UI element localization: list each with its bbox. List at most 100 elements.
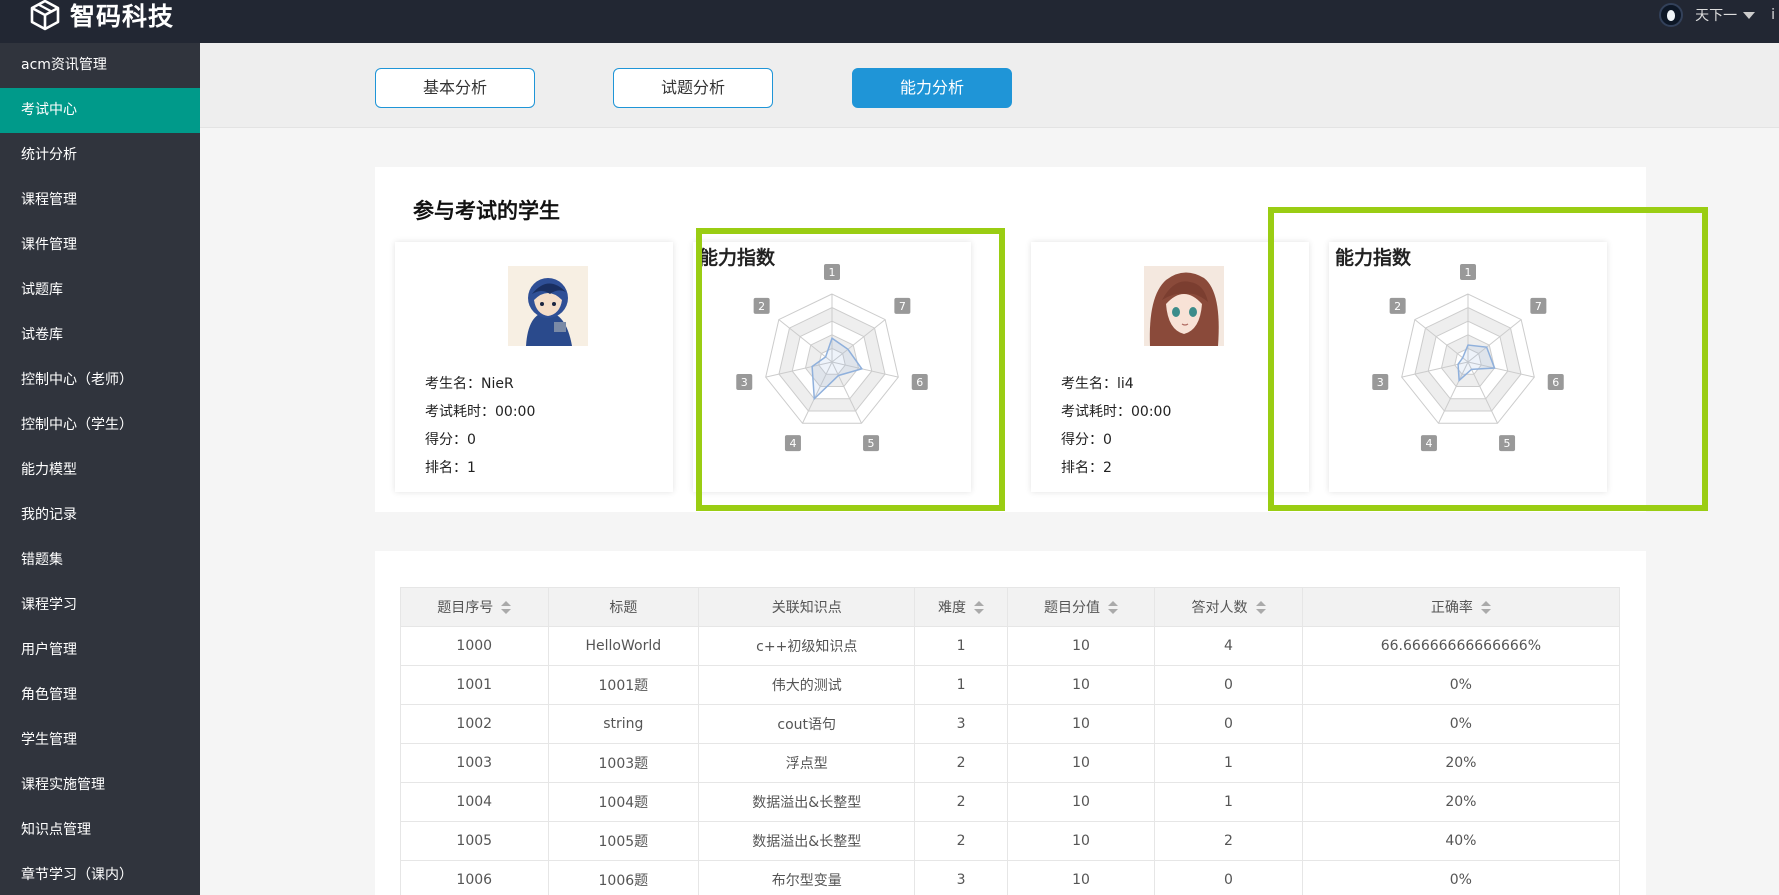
- student-info: 考生名：li4 考试耗时：00:00 得分：0 排名：2: [1061, 370, 1171, 482]
- top-bar: 智码科技 天下一 i: [0, 0, 1779, 43]
- sort-icon[interactable]: [501, 601, 512, 615]
- table-cell: 0%: [1301, 665, 1621, 705]
- table-cell: 1005题: [547, 821, 700, 861]
- column-header[interactable]: 关联知识点: [698, 587, 916, 627]
- table-cell: 1006题: [547, 860, 700, 895]
- cube-logo-icon: [30, 0, 60, 31]
- column-header[interactable]: 正确率: [1301, 587, 1621, 627]
- user-menu[interactable]: 天下一 i: [1659, 0, 1779, 30]
- table-cell: HelloWorld: [547, 626, 700, 666]
- sidebar-item-my-records[interactable]: 我的记录: [0, 493, 200, 538]
- sidebar-item-statistics[interactable]: 统计分析: [0, 133, 200, 178]
- sort-icon[interactable]: [1480, 601, 1491, 615]
- sidebar-item-control-teacher[interactable]: 控制中心（老师）: [0, 358, 200, 403]
- sort-icon[interactable]: [1255, 601, 1266, 615]
- column-header-label: 难度: [938, 600, 967, 616]
- main-content: 基本分析 试题分析 能力分析 参与考试的学生 考生名：NieR 考试耗时：00:…: [200, 43, 1779, 895]
- table-row[interactable]: 1001 1001题 伟大的测试 1 10 0 0%: [400, 665, 1621, 705]
- table-cell: 0: [1154, 665, 1303, 705]
- table-cell: 0%: [1301, 860, 1621, 895]
- student-name: 考生名：NieR: [425, 376, 514, 392]
- student-rank: 排名：2: [1061, 460, 1112, 476]
- table-cell: string: [547, 704, 700, 744]
- table-row[interactable]: 1005 1005题 数据溢出&长整型 2 10 2 40%: [400, 821, 1621, 861]
- chevron-down-icon[interactable]: [1743, 11, 1756, 19]
- table-row[interactable]: 1004 1004题 数据溢出&长整型 2 10 1 20%: [400, 782, 1621, 822]
- table-row[interactable]: 1003 1003题 浮点型 2 10 1 20%: [400, 743, 1621, 783]
- table-row[interactable]: 1000 HelloWorld c++初级知识点 1 10 4 66.66666666666…: [400, 626, 1621, 666]
- table-row[interactable]: 1006 1006题 布尔型变量 3 10 0 0%: [400, 860, 1621, 895]
- sort-icon[interactable]: [1108, 601, 1118, 615]
- column-header[interactable]: 题目序号: [400, 587, 549, 627]
- table-cell: c++初级知识点: [698, 626, 916, 666]
- sidebar-item-wrong-questions[interactable]: 错题集: [0, 538, 200, 583]
- table-cell: 数据溢出&长整型: [698, 821, 916, 861]
- table-cell: 1001: [400, 665, 549, 705]
- table-cell: 1: [914, 626, 1008, 666]
- user-menu-trail[interactable]: i: [1771, 7, 1775, 23]
- sort-icon[interactable]: [974, 601, 985, 615]
- table-cell: 1000: [400, 626, 549, 666]
- sidebar-item-question-bank[interactable]: 试题库: [0, 268, 200, 313]
- sidebar-item-acm-news[interactable]: acm资讯管理: [0, 43, 200, 88]
- column-header-label: 题目序号: [437, 600, 494, 616]
- tab-question-analysis[interactable]: 试题分析: [613, 68, 773, 108]
- tab-basic-analysis[interactable]: 基本分析: [375, 68, 535, 108]
- table-cell: 3: [914, 704, 1008, 744]
- student-info: 考生名：NieR 考试耗时：00:00 得分：0 排名：1: [425, 370, 535, 482]
- table-cell: 数据溢出&长整型: [698, 782, 916, 822]
- table-cell: 20%: [1301, 782, 1621, 822]
- student-score: 得分：0: [425, 432, 476, 448]
- column-header[interactable]: 题目分值: [1006, 587, 1156, 627]
- table-header-row: 题目序号 标题 关联知识点 难度 题目分值 答对人数 正确率: [400, 587, 1621, 627]
- logo[interactable]: 智码科技: [28, 0, 174, 31]
- column-header[interactable]: 标题: [547, 587, 700, 627]
- table-cell: 66.66666666666666%: [1301, 626, 1621, 666]
- table-cell: 10: [1006, 821, 1156, 861]
- sidebar-item-exam-center[interactable]: 考试中心: [0, 88, 200, 133]
- table-cell: 1004: [400, 782, 549, 822]
- column-header-label: 题目分值: [1044, 600, 1100, 616]
- sidebar-item-ability-model[interactable]: 能力模型: [0, 448, 200, 493]
- table-cell: 1: [1154, 782, 1303, 822]
- table-cell: 10: [1006, 665, 1156, 705]
- table-cell: 4: [1154, 626, 1303, 666]
- table-cell: 2: [914, 821, 1008, 861]
- table-cell: 0%: [1301, 704, 1621, 744]
- section-title: 参与考试的学生: [413, 199, 560, 223]
- table-cell: 布尔型变量: [698, 860, 916, 895]
- column-header[interactable]: 答对人数: [1154, 587, 1303, 627]
- column-header-label: 正确率: [1430, 600, 1473, 616]
- sidebar-item-courseware-management[interactable]: 课件管理: [0, 223, 200, 268]
- table-cell: 1005: [400, 821, 549, 861]
- analysis-tab-bar: 基本分析 试题分析 能力分析: [200, 43, 1779, 128]
- sidebar-item-control-student[interactable]: 控制中心（学生）: [0, 403, 200, 448]
- table-cell: 浮点型: [698, 743, 916, 783]
- sidebar-item-course-management[interactable]: 课程管理: [0, 178, 200, 223]
- highlight-frame: [696, 228, 1005, 511]
- sidebar-item-knowledge-points[interactable]: 知识点管理: [0, 808, 200, 853]
- sidebar-item-course-learning[interactable]: 课程学习: [0, 583, 200, 628]
- column-header[interactable]: 难度: [914, 587, 1008, 627]
- sidebar-item-role-management[interactable]: 角色管理: [0, 673, 200, 718]
- column-header-label: 标题: [609, 600, 638, 616]
- sidebar-item-user-management[interactable]: 用户管理: [0, 628, 200, 673]
- table-cell: 10: [1006, 860, 1156, 895]
- user-avatar[interactable]: [1659, 3, 1684, 27]
- table-cell: 伟大的测试: [698, 665, 916, 705]
- table-row[interactable]: 1002 string cout语句 3 10 0 0%: [400, 704, 1621, 744]
- sidebar-item-chapter-learning[interactable]: 章节学习（课内）: [0, 853, 200, 895]
- student-score: 得分：0: [1061, 432, 1112, 448]
- user-name[interactable]: 天下一: [1695, 5, 1737, 25]
- sidebar-item-paper-bank[interactable]: 试卷库: [0, 313, 200, 358]
- column-header-label: 关联知识点: [771, 600, 842, 616]
- table-cell: 10: [1006, 704, 1156, 744]
- table-cell: 40%: [1301, 821, 1621, 861]
- sidebar-item-course-implementation[interactable]: 课程实施管理: [0, 763, 200, 808]
- sidebar-item-student-management[interactable]: 学生管理: [0, 718, 200, 763]
- highlight-frame: [1268, 207, 1708, 511]
- tab-ability-analysis[interactable]: 能力分析: [852, 68, 1012, 108]
- table-cell: 2: [914, 782, 1008, 822]
- table-cell: 0: [1154, 704, 1303, 744]
- table-cell: 10: [1006, 626, 1156, 666]
